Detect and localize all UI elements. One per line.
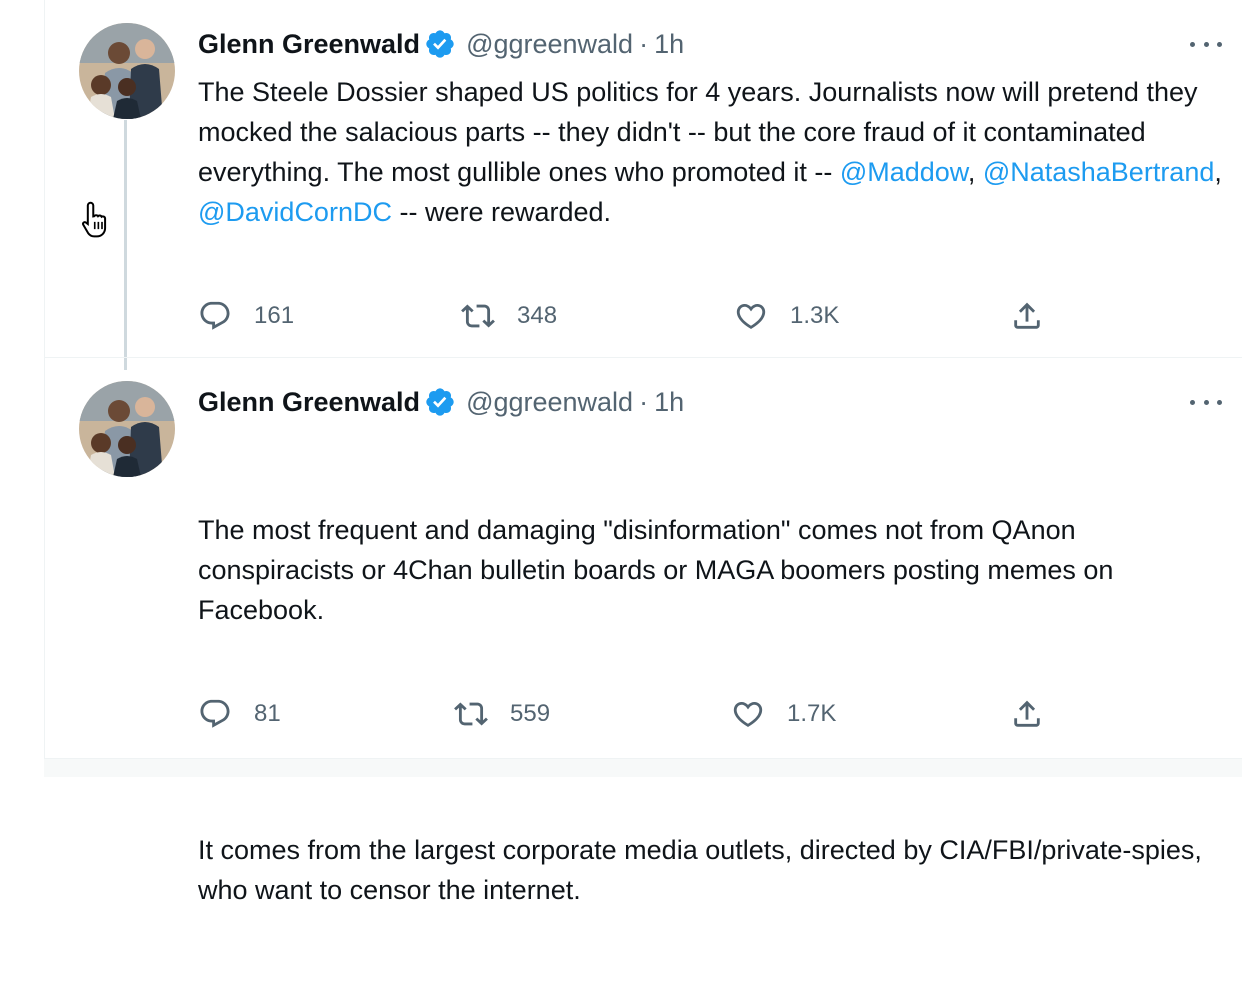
reply-icon xyxy=(200,699,230,728)
tweet-text-part: -- were rewarded. xyxy=(391,197,612,227)
timestamp[interactable]: 1h xyxy=(654,29,684,60)
avatar[interactable] xyxy=(79,23,175,119)
reply-count: 161 xyxy=(254,302,295,329)
tweet-text-part: , xyxy=(1214,157,1230,187)
tweet-header: Glenn Greenwald @ggreenwald · 1h xyxy=(198,384,684,420)
tweet[interactable]: Glenn Greenwald @ggreenwald · 1h The mos… xyxy=(45,358,1242,905)
timeline-bottom-divider xyxy=(44,758,1242,777)
hand-cursor-icon xyxy=(82,201,107,238)
more-icon[interactable] xyxy=(1190,34,1222,54)
like-icon xyxy=(733,701,763,727)
action-bar: 161 348 1.3K xyxy=(198,296,1098,336)
mention-link[interactable]: @NatashaBertrand xyxy=(983,157,1215,187)
verified-badge-icon xyxy=(424,28,456,60)
reply-icon xyxy=(200,301,230,330)
author-name[interactable]: Glenn Greenwald xyxy=(198,29,420,60)
retweet-count: 348 xyxy=(517,302,558,329)
avatar[interactable] xyxy=(79,381,175,477)
mention-link[interactable]: @Maddow xyxy=(840,157,968,187)
share-button[interactable] xyxy=(1010,694,1066,734)
more-icon[interactable] xyxy=(1190,392,1222,412)
retweet-icon xyxy=(461,304,495,328)
verified-badge-icon xyxy=(424,386,456,418)
mention-link[interactable]: @DavidCornDC xyxy=(198,197,392,227)
like-icon xyxy=(736,303,766,329)
tweet-text-part: , xyxy=(967,157,983,187)
retweet-button[interactable]: 348 xyxy=(461,296,557,336)
timestamp[interactable]: 1h xyxy=(654,387,684,418)
retweet-icon xyxy=(454,702,488,726)
tweet-header: Glenn Greenwald @ggreenwald · 1h xyxy=(198,26,684,62)
share-icon xyxy=(1014,302,1040,329)
separator-dot: · xyxy=(639,386,649,417)
like-button[interactable]: 1.7K xyxy=(731,694,836,734)
tweet-paragraph: The most frequent and damaging "disinfor… xyxy=(198,515,1121,625)
reply-button[interactable]: 81 xyxy=(198,694,281,734)
author-handle[interactable]: @ggreenwald xyxy=(466,387,633,418)
reply-button[interactable]: 161 xyxy=(198,296,294,336)
tweet-text: The Steele Dossier shaped US politics fo… xyxy=(198,72,1228,232)
author-name[interactable]: Glenn Greenwald xyxy=(198,387,420,418)
author-handle[interactable]: @ggreenwald xyxy=(466,29,633,60)
separator-dot: · xyxy=(639,28,649,59)
like-button[interactable]: 1.3K xyxy=(734,296,839,336)
share-icon xyxy=(1014,700,1040,727)
retweet-button[interactable]: 559 xyxy=(454,694,550,734)
action-bar: 81 559 1.7K xyxy=(198,694,1098,734)
like-count: 1.7K xyxy=(787,700,837,727)
reply-count: 81 xyxy=(254,700,281,727)
like-count: 1.3K xyxy=(790,302,840,329)
retweet-count: 559 xyxy=(510,700,551,727)
tweet-paragraph: It comes from the largest corporate medi… xyxy=(198,835,1210,905)
tweet[interactable]: Glenn Greenwald @ggreenwald · 1h The Ste… xyxy=(45,0,1242,358)
share-button[interactable] xyxy=(1010,296,1066,336)
